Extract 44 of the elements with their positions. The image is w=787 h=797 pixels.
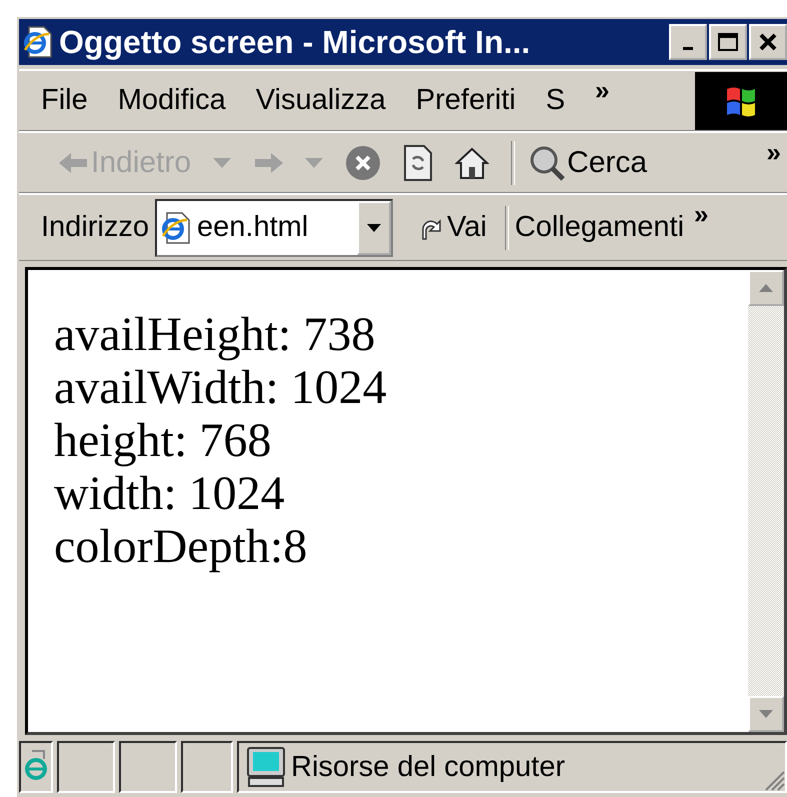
address-label: Indirizzo bbox=[41, 211, 149, 244]
text-line: availWidth: 1024 bbox=[54, 361, 388, 414]
status-pane bbox=[119, 741, 177, 793]
dropdown-button[interactable] bbox=[357, 200, 391, 254]
computer-icon bbox=[245, 746, 287, 788]
down-arrow-icon bbox=[759, 710, 773, 718]
caret-icon bbox=[367, 224, 381, 232]
status-pane bbox=[57, 741, 115, 793]
home-icon[interactable] bbox=[455, 146, 490, 180]
search-icon bbox=[529, 144, 566, 180]
scroll-down-button[interactable] bbox=[748, 696, 784, 732]
back-arrow-icon bbox=[59, 150, 89, 174]
status-text: Risorse del computer bbox=[291, 750, 565, 784]
minimize-button[interactable] bbox=[669, 24, 707, 60]
links-label[interactable]: Collegamenti bbox=[514, 211, 684, 244]
menu-item[interactable]: Modifica bbox=[118, 84, 226, 117]
menu-item[interactable]: File bbox=[41, 84, 88, 117]
resize-grip-icon[interactable] bbox=[763, 769, 785, 791]
text-line: height: 768 bbox=[54, 414, 272, 467]
scroll-up-button[interactable] bbox=[748, 270, 784, 306]
close-icon bbox=[758, 33, 778, 51]
chevron[interactable]: » bbox=[766, 137, 781, 168]
chevron[interactable]: » bbox=[694, 199, 708, 230]
go-button[interactable]: Vai bbox=[399, 211, 499, 244]
menu-item[interactable]: Visualizza bbox=[256, 84, 386, 117]
stop-icon[interactable] bbox=[345, 144, 382, 180]
search-button[interactable]: Cerca bbox=[529, 144, 648, 180]
text-line: colorDepth:8 bbox=[54, 520, 308, 573]
maximize-icon bbox=[717, 32, 739, 52]
chevron[interactable]: » bbox=[595, 75, 610, 106]
maximize-button[interactable] bbox=[709, 24, 747, 60]
up-arrow-icon bbox=[759, 284, 773, 292]
address-field[interactable]: een.html bbox=[155, 198, 393, 256]
window-title: Oggetto screen - Microsoft In... bbox=[59, 24, 532, 60]
status-pane bbox=[181, 741, 233, 793]
text-line: width: 1024 bbox=[54, 467, 286, 520]
browser-page-icon bbox=[23, 26, 53, 58]
close-button[interactable] bbox=[749, 24, 787, 60]
minimize-icon bbox=[683, 46, 693, 50]
text-line: availHeight: 738 bbox=[54, 308, 376, 361]
menu-item[interactable]: S bbox=[546, 84, 566, 117]
menu-item[interactable]: Preferiti bbox=[416, 84, 516, 117]
page-icon bbox=[161, 212, 191, 244]
refresh-icon[interactable] bbox=[403, 144, 434, 180]
